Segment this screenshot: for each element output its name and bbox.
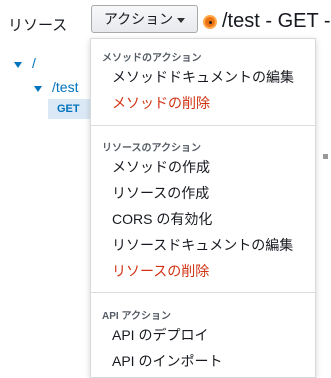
actions-menu: メソッドのアクション メソッドドキュメントの編集 メソッドの削除 リソースのアク… — [90, 38, 316, 378]
menu-item-delete-method[interactable]: メソッドの削除 — [112, 93, 210, 113]
menu-item-edit-resource-doc[interactable]: リソースドキュメントの編集 — [112, 235, 293, 255]
resource-method-title: /test - GET - — [222, 10, 331, 32]
menu-item-create-resource[interactable]: リソースの作成 — [112, 183, 209, 203]
divider-handle — [323, 154, 328, 159]
tree-item-root[interactable]: / — [32, 55, 36, 71]
tree-expand-test-icon[interactable] — [34, 86, 42, 92]
actions-dropdown-button[interactable]: アクション — [91, 5, 198, 33]
section-header-resource-actions: リソースのアクション — [102, 143, 201, 154]
tree-expand-root-icon[interactable] — [14, 62, 22, 68]
section-header-method-actions: メソッドのアクション — [102, 53, 202, 64]
menu-item-edit-method-doc[interactable]: メソッドドキュメントの編集 — [112, 67, 294, 87]
menu-item-create-method[interactable]: メソッドの作成 — [112, 157, 210, 177]
section-header-api-actions: API アクション — [102, 311, 171, 322]
menu-divider — [91, 292, 315, 293]
menu-divider — [91, 125, 315, 126]
tree-item-get-method[interactable]: GET — [48, 99, 92, 119]
menu-item-enable-cors[interactable]: CORS の有効化 — [112, 209, 212, 229]
status-indicator-icon — [203, 15, 217, 29]
menu-item-import-api[interactable]: API のインポート — [112, 351, 222, 371]
actions-button-label: アクション — [103, 11, 174, 27]
menu-item-deploy-api[interactable]: API のデプロイ — [112, 325, 208, 345]
tree-item-test[interactable]: /test — [52, 79, 78, 95]
resources-header-label: リソース — [8, 17, 68, 34]
menu-item-delete-resource[interactable]: リソースの削除 — [112, 261, 209, 281]
caret-down-icon — [177, 17, 186, 23]
